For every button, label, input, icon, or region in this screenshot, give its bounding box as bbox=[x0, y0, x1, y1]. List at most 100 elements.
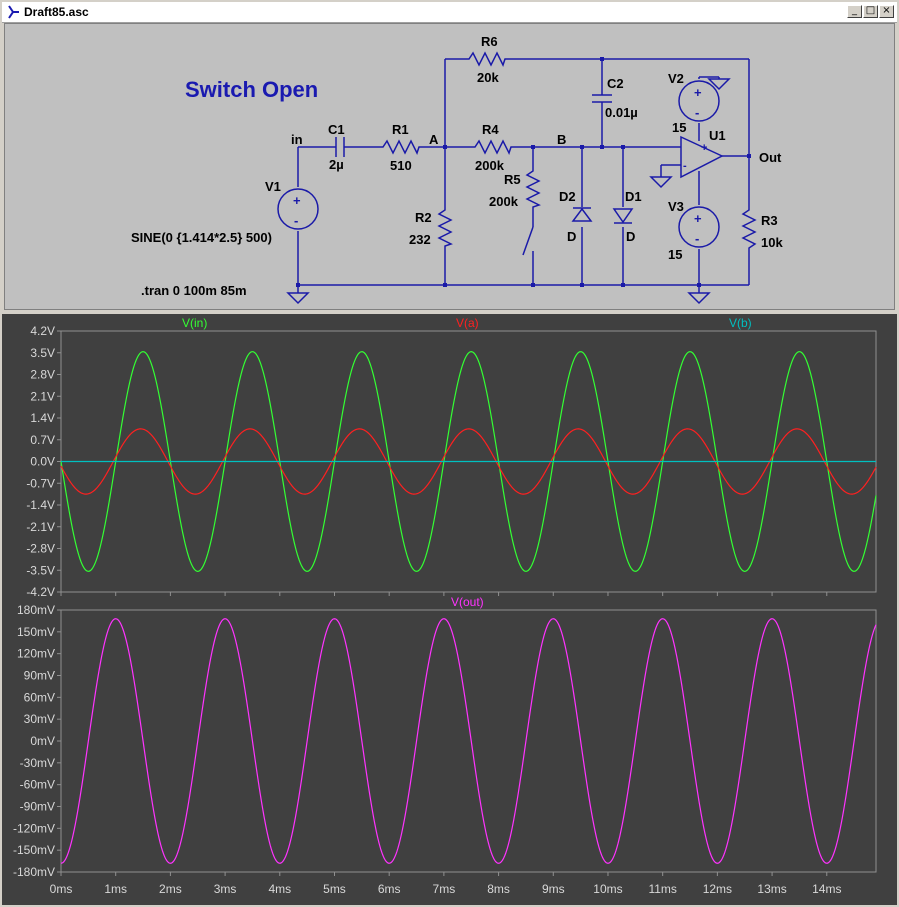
plot-bottom-ticks: 180mV 150mV 120mV 90mV 60mV 30mV 0mV -30mV -60mV… bbox=[13, 603, 61, 879]
y-tick-label: 2.1V bbox=[30, 389, 55, 403]
y-tick-label: 60mV bbox=[24, 690, 55, 704]
x-tick-label: 6ms bbox=[378, 882, 401, 896]
u1-label: U1 bbox=[709, 128, 726, 143]
x-tick-label: 3ms bbox=[214, 882, 237, 896]
y-tick-label: -60mV bbox=[20, 778, 55, 792]
waveform-viewer[interactable]: 4.2V 3.5V 2.8V 2.1V 1.4V 0.7V 0.0V -0.7V -1.4V -2… bbox=[2, 314, 897, 905]
y-tick-label: -30mV bbox=[20, 756, 55, 770]
y-tick-label: -1.4V bbox=[26, 498, 55, 512]
d2-label: D2 bbox=[559, 189, 576, 204]
u1-plus: + bbox=[701, 142, 707, 154]
plot-bottom-traces[interactable] bbox=[60, 618, 877, 864]
v2-minus: - bbox=[695, 105, 699, 120]
y-tick-label: -0.7V bbox=[26, 476, 55, 490]
r3-value: 10k bbox=[761, 235, 783, 250]
schematic-heading: Switch Open bbox=[185, 77, 318, 102]
d1-value: D bbox=[626, 229, 635, 244]
x-tick-label: 9ms bbox=[542, 882, 565, 896]
trace-label-vb[interactable]: V(b) bbox=[729, 316, 752, 330]
x-tick-label: 13ms bbox=[757, 882, 786, 896]
net-b-label[interactable]: B bbox=[557, 132, 566, 147]
u1-minus: - bbox=[683, 160, 687, 172]
y-tick-label: 3.5V bbox=[30, 346, 55, 360]
ground-icon bbox=[687, 292, 711, 305]
v1-voltage-source[interactable]: + - V1 bbox=[265, 179, 319, 230]
u1-opamp[interactable]: + - U1 bbox=[680, 128, 726, 179]
r2-value: 232 bbox=[409, 232, 431, 247]
x-tick-label: 1ms bbox=[104, 882, 127, 896]
plot-top-ticks: 4.2V 3.5V 2.8V 2.1V 1.4V 0.7V 0.0V -0.7V -1.4V -2… bbox=[26, 324, 61, 599]
r5-resistor[interactable]: R5 200k bbox=[489, 167, 541, 211]
v3-value: 15 bbox=[668, 247, 682, 262]
y-tick-label: 4.2V bbox=[30, 324, 55, 338]
y-tick-label: 180mV bbox=[17, 603, 55, 617]
v1-source-spec[interactable]: SINE(0 {1.414*2.5} 500) bbox=[131, 230, 272, 245]
trace-label-vin[interactable]: V(in) bbox=[182, 316, 207, 330]
minimize-button[interactable]: _ bbox=[847, 5, 862, 18]
r1-value: 510 bbox=[390, 158, 412, 173]
plot-top-traces[interactable] bbox=[60, 351, 877, 572]
r6-label: R6 bbox=[481, 34, 498, 49]
y-tick-label: -150mV bbox=[13, 843, 55, 857]
y-tick-label: 150mV bbox=[17, 625, 55, 639]
v1-minus: - bbox=[294, 213, 298, 228]
window-title: Draft85.asc bbox=[24, 5, 89, 19]
net-out-label[interactable]: Out bbox=[759, 150, 782, 165]
title-bar[interactable]: Draft85.asc _ □ × bbox=[2, 2, 897, 23]
waveform-canvas[interactable]: 4.2V 3.5V 2.8V 2.1V 1.4V 0.7V 0.0V -0.7V -1.4V -2… bbox=[2, 314, 897, 905]
restore-button[interactable]: □ bbox=[863, 5, 878, 18]
d1-diode[interactable]: D1 D bbox=[612, 189, 642, 244]
r3-label: R3 bbox=[761, 213, 778, 228]
trace-vout[interactable] bbox=[60, 618, 877, 864]
c2-value: 0.01µ bbox=[605, 105, 638, 120]
app-window: Draft85.asc _ □ × Switch Open .tran 0 10… bbox=[0, 0, 899, 907]
x-tick-label: 5ms bbox=[323, 882, 346, 896]
x-tick-label: 2ms bbox=[159, 882, 182, 896]
trace-label-va[interactable]: V(a) bbox=[456, 316, 479, 330]
c2-capacitor[interactable]: C2 0.01µ bbox=[592, 76, 638, 120]
r6-value: 20k bbox=[477, 70, 499, 85]
v2-label: V2 bbox=[668, 71, 684, 86]
schematic-canvas[interactable]: Switch Open .tran 0 100m 85m SINE(0 {1.4… bbox=[5, 24, 894, 309]
x-tick-label: 4ms bbox=[268, 882, 291, 896]
d1-label: D1 bbox=[625, 189, 642, 204]
y-tick-label: -120mV bbox=[13, 821, 55, 835]
r5-value: 200k bbox=[489, 194, 519, 209]
r2-resistor[interactable]: R2 232 bbox=[409, 206, 453, 249]
ltspice-app-icon bbox=[8, 5, 19, 19]
y-tick-label: -3.5V bbox=[26, 563, 55, 577]
y-tick-label: -2.8V bbox=[26, 542, 55, 556]
x-tick-label: 11ms bbox=[648, 882, 676, 896]
net-a-label[interactable]: A bbox=[429, 132, 439, 147]
r5-label: R5 bbox=[504, 172, 521, 187]
x-tick-label: 12ms bbox=[703, 882, 732, 896]
r1-resistor[interactable]: R1 510 bbox=[379, 122, 423, 173]
r3-resistor[interactable]: R3 10k bbox=[741, 206, 783, 256]
y-tick-label: 0.7V bbox=[30, 433, 55, 447]
schematic-editor[interactable]: Switch Open .tran 0 100m 85m SINE(0 {1.4… bbox=[4, 23, 895, 310]
v3-label: V3 bbox=[668, 199, 684, 214]
simulation-directive[interactable]: .tran 0 100m 85m bbox=[141, 283, 247, 298]
switch-open[interactable] bbox=[522, 211, 534, 256]
ground-icon bbox=[286, 292, 310, 305]
d2-diode[interactable]: D2 D bbox=[559, 189, 593, 244]
r6-resistor[interactable]: R6 20k bbox=[465, 34, 513, 85]
c1-label: C1 bbox=[328, 122, 345, 137]
ground-symbols bbox=[286, 78, 731, 305]
c1-value: 2µ bbox=[329, 157, 344, 172]
v1-label: V1 bbox=[265, 179, 281, 194]
r4-value: 200k bbox=[475, 158, 505, 173]
x-tick-label: 0ms bbox=[50, 882, 73, 896]
v1-plus: + bbox=[293, 193, 301, 208]
v3-voltage-source[interactable]: + - V3 15 bbox=[668, 199, 720, 262]
close-button[interactable]: × bbox=[879, 5, 894, 18]
ground-icon bbox=[707, 78, 731, 91]
net-in-label[interactable]: in bbox=[291, 132, 303, 147]
y-tick-label: 2.8V bbox=[30, 368, 55, 382]
r4-resistor[interactable]: R4 200k bbox=[471, 122, 515, 173]
trace-label-vout[interactable]: V(out) bbox=[451, 595, 484, 609]
y-tick-label: 0.0V bbox=[30, 455, 55, 469]
y-tick-label: 0mV bbox=[30, 734, 55, 748]
y-tick-label: -180mV bbox=[13, 865, 55, 879]
c1-capacitor[interactable]: C1 2µ bbox=[326, 122, 354, 172]
